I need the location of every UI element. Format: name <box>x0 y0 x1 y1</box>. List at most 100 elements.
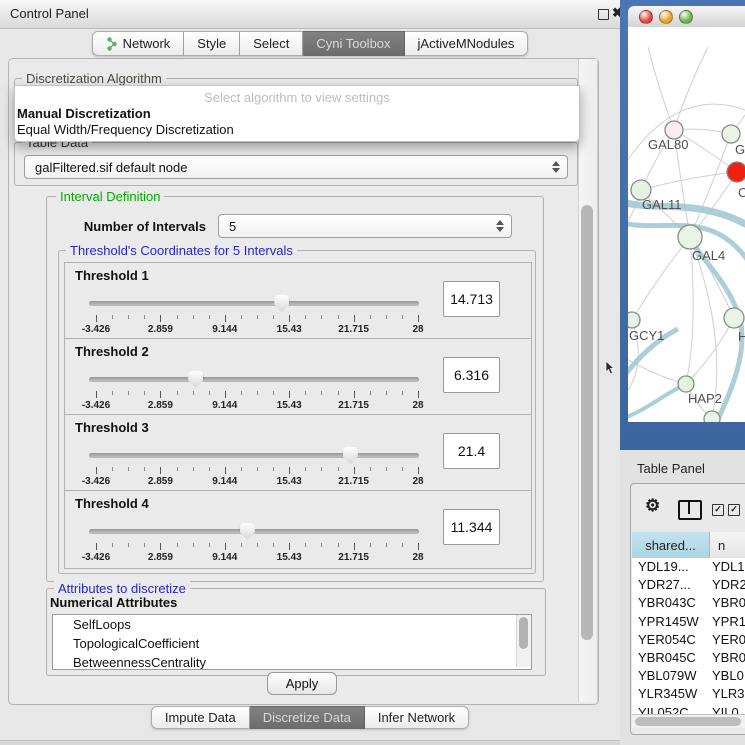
threshold-value-field[interactable]: 14.713 <box>443 281 500 317</box>
tab-label: Style <box>197 36 226 51</box>
table-row[interactable]: YIL052C YIL0 <box>632 704 745 715</box>
tab-style[interactable]: Style <box>184 31 240 56</box>
slider-thumb[interactable] <box>188 371 203 388</box>
table-row[interactable]: YBR045CYBR0 <box>632 649 745 667</box>
network-view-canvas[interactable]: GAL80GACGAL11GAL4GCY1HHAP2 <box>628 27 745 422</box>
tab-jactivemnodules[interactable]: jActiveMNodules <box>405 31 529 56</box>
slider-tick <box>112 467 113 471</box>
tab-discretize-data[interactable]: Discretize Data <box>250 706 365 729</box>
slider-tick <box>160 391 161 398</box>
slider-tick <box>273 467 274 471</box>
slider-tick <box>418 315 419 322</box>
cell-shared-name: YLR345W <box>638 685 697 703</box>
combo-spinner-icon[interactable] <box>551 160 560 174</box>
threshold-value-field[interactable]: 6.316 <box>443 357 500 393</box>
slider-tick-label: 15.43 <box>259 476 319 487</box>
tab-select[interactable]: Select <box>240 31 303 56</box>
slider-tick <box>96 543 97 550</box>
network-node[interactable] <box>722 125 740 143</box>
attribute-list-item[interactable]: BetweennessCentrality <box>53 653 531 670</box>
combo-spinner-icon[interactable] <box>495 219 504 233</box>
threshold-slider[interactable]: -3.4262.8599.14415.4321.71528 <box>89 371 419 413</box>
slider-tick <box>144 543 145 547</box>
slider-tick <box>241 315 242 319</box>
slider-tick-label: 15.43 <box>259 324 319 335</box>
slider-tick <box>354 543 355 550</box>
slider-tick-label: 21.715 <box>324 400 384 411</box>
threshold-value-field[interactable]: 21.4 <box>443 433 500 469</box>
slider-tick <box>370 315 371 319</box>
network-node[interactable] <box>628 312 640 328</box>
apply-button[interactable]: Apply <box>267 672 337 695</box>
minimize-light-icon[interactable] <box>659 10 673 24</box>
threshold-slider[interactable]: -3.4262.8599.14415.4321.71528 <box>89 295 419 337</box>
slider-thumb[interactable] <box>240 523 255 540</box>
slider-thumb[interactable] <box>274 295 289 312</box>
table-row[interactable]: YLR345WYLR3 <box>632 685 745 703</box>
slider-tick <box>257 391 258 395</box>
tab-infer-network[interactable]: Infer Network <box>365 706 469 729</box>
network-node[interactable] <box>727 162 745 182</box>
table-data-combobox[interactable]: galFiltered.sif default node <box>24 155 568 179</box>
table-row[interactable]: YDR27...YDR2 <box>632 576 745 594</box>
cell-name: YDL1 <box>712 558 745 576</box>
slider-track[interactable] <box>89 377 419 382</box>
threshold-rows: Threshold 1-3.4262.8599.14415.4321.71528… <box>64 262 532 570</box>
network-edge <box>632 237 690 320</box>
tab-impute-data[interactable]: Impute Data <box>151 706 250 729</box>
panel-scrollbar[interactable] <box>578 59 598 702</box>
list-scrollbar[interactable] <box>516 615 531 667</box>
threshold-slider[interactable]: -3.4262.8599.14415.4321.71528 <box>89 447 419 489</box>
network-node[interactable] <box>704 411 720 422</box>
table-row[interactable]: YPR145WYPR1 <box>632 613 745 631</box>
slider-track[interactable] <box>89 453 419 458</box>
attribute-list-item[interactable]: TopologicalCoefficient <box>53 634 531 653</box>
network-node-label: GAL11 <box>642 197 682 212</box>
table-body[interactable]: YDL19...YDL1YDR27...YDR2YBR043CYBR0YPR14… <box>632 558 745 714</box>
table-hscrollbar-thumb[interactable] <box>635 717 741 726</box>
attribute-list-item[interactable]: SelfLoops <box>53 615 531 634</box>
network-node[interactable] <box>724 308 744 328</box>
slider-track[interactable] <box>89 301 419 306</box>
table-hscrollbar[interactable] <box>632 714 745 728</box>
settings-gear-icon[interactable]: ⚙ <box>645 496 660 516</box>
table-row[interactable]: YBL079WYBL0 <box>632 667 745 685</box>
tab-cyni-toolbox[interactable]: Cyni Toolbox <box>303 31 404 56</box>
network-icon <box>106 37 118 51</box>
column-header-name[interactable]: n <box>710 532 745 558</box>
list-scrollbar-thumb[interactable] <box>519 617 528 649</box>
slider-tick-label: 28 <box>388 400 448 411</box>
numerical-attributes-list[interactable]: SelfLoopsTopologicalCoefficientBetweenne… <box>52 614 532 670</box>
threshold-slider[interactable]: -3.4262.8599.14415.4321.71528 <box>89 523 419 565</box>
table-row[interactable]: YBR043CYBR0 <box>632 594 745 612</box>
cell-shared-name: YPR145W <box>638 613 699 631</box>
tab-network[interactable]: Network <box>92 31 185 56</box>
checkbox-icon[interactable]: ✓ <box>712 504 724 516</box>
algorithm-option[interactable]: Manual Discretization <box>17 106 151 121</box>
column-header-shared-name[interactable]: shared... <box>632 532 710 558</box>
split-columns-icon[interactable] <box>678 500 702 520</box>
network-window-titlebar[interactable] <box>628 6 745 28</box>
bottom-tabstrip: Impute DataDiscretize DataInfer Network <box>0 706 620 729</box>
slider-tick <box>128 543 129 547</box>
number-of-intervals-value: 5 <box>229 219 236 234</box>
number-of-intervals-combobox[interactable]: 5 <box>218 214 512 238</box>
table-row[interactable]: YER054CYER0 <box>632 631 745 649</box>
threshold-value-field[interactable]: 11.344 <box>443 509 500 545</box>
slider-tick <box>241 467 242 471</box>
network-node[interactable] <box>678 225 702 249</box>
panel-scrollbar-thumb[interactable] <box>581 205 593 640</box>
cell-name: YIL0 <box>712 704 739 715</box>
cell-shared-name: YDR27... <box>638 576 691 594</box>
network-node[interactable] <box>678 376 694 392</box>
cell-shared-name: YIL052C <box>638 704 689 715</box>
close-light-icon[interactable] <box>639 10 653 24</box>
table-row[interactable]: YDL19...YDL1 <box>632 558 745 576</box>
algorithm-option[interactable]: Equal Width/Frequency Discretization <box>17 122 234 137</box>
slider-tick <box>177 315 178 319</box>
float-window-icon[interactable] <box>598 9 609 20</box>
zoom-light-icon[interactable] <box>679 10 693 24</box>
checkbox-icon[interactable]: ✓ <box>728 504 740 516</box>
slider-thumb[interactable] <box>343 447 358 464</box>
slider-tick-label: 15.43 <box>259 552 319 563</box>
